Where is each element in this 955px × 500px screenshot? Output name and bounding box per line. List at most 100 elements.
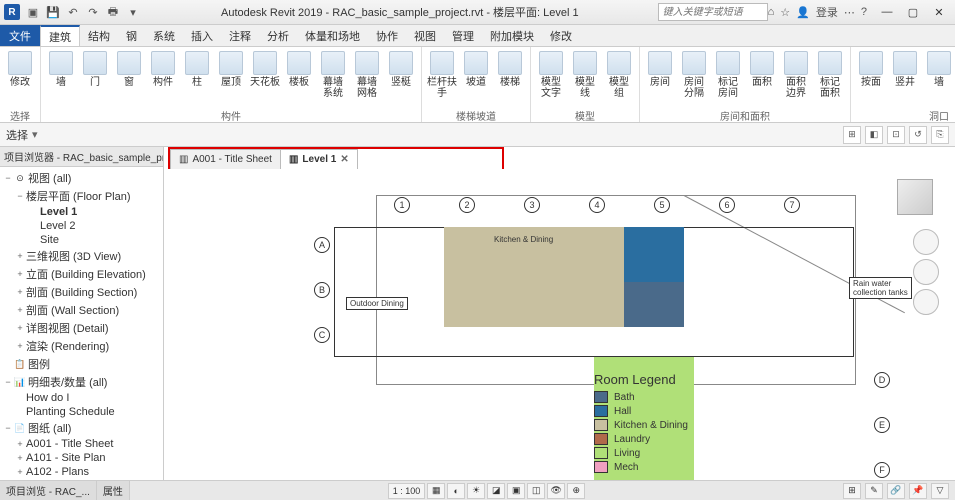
ribbon-tab-9[interactable]: 视图	[406, 25, 444, 46]
scale-display[interactable]: 1 : 100	[388, 483, 426, 499]
tree-item-13[interactable]: How do I	[0, 391, 163, 405]
tree-toggle-icon[interactable]: −	[2, 173, 14, 183]
statusbar-tab-browser[interactable]: 项目浏览 - RAC_...	[0, 481, 97, 500]
infocenter-icon[interactable]: ⌂	[768, 6, 775, 18]
ribbon-btn-0-0[interactable]: 修改	[4, 49, 36, 108]
ribbon-btn-1-1[interactable]: 门	[79, 49, 111, 108]
tree-toggle-icon[interactable]: +	[14, 323, 26, 333]
tree-item-7[interactable]: +剖面 (Building Section)	[0, 283, 163, 301]
undo-icon[interactable]: ↶	[64, 3, 82, 21]
project-browser-tree[interactable]: −⊙视图 (all)−楼层平面 (Floor Plan)Level 1Level…	[0, 167, 163, 480]
ribbon-btn-2-2[interactable]: 楼梯	[494, 49, 526, 108]
tree-toggle-icon[interactable]: +	[14, 287, 26, 297]
tree-item-11[interactable]: 📋图例	[0, 355, 163, 373]
opt-btn-1[interactable]: ⊞	[843, 126, 861, 144]
ribbon-btn-4-2[interactable]: 标记 房间	[712, 49, 744, 108]
select-pinned-icon[interactable]: 📌	[909, 483, 927, 499]
print-icon[interactable]: 🖶	[104, 3, 122, 21]
ribbon-btn-5-0[interactable]: 按面	[855, 49, 887, 108]
ribbon-btn-4-1[interactable]: 房间 分隔	[678, 49, 710, 108]
maximize-button[interactable]: ▢	[901, 3, 925, 21]
tree-item-15[interactable]: −📄图纸 (all)	[0, 419, 163, 437]
ribbon-tab-0[interactable]: 建筑	[40, 25, 80, 46]
ribbon-btn-5-1[interactable]: 竖井	[889, 49, 921, 108]
ribbon-btn-3-0[interactable]: 模型 文字	[535, 49, 567, 108]
tree-toggle-icon[interactable]: +	[14, 269, 26, 279]
exchange-icon[interactable]: ⋯	[844, 6, 855, 19]
ribbon-btn-3-1[interactable]: 模型 线	[569, 49, 601, 108]
tree-toggle-icon[interactable]: +	[14, 439, 26, 449]
ribbon-tab-6[interactable]: 分析	[259, 25, 297, 46]
ribbon-tab-5[interactable]: 注释	[221, 25, 259, 46]
doc-tab-close-icon[interactable]: ✕	[340, 154, 348, 165]
ribbon-tab-11[interactable]: 附加模块	[482, 25, 542, 46]
ribbon-btn-1-4[interactable]: 柱	[181, 49, 213, 108]
signin-label[interactable]: 登录	[816, 4, 838, 20]
ribbon-btn-1-2[interactable]: 窗	[113, 49, 145, 108]
minimize-button[interactable]: —	[875, 3, 899, 21]
select-links-icon[interactable]: 🔗	[887, 483, 905, 499]
ribbon-btn-2-0[interactable]: 栏杆扶手	[426, 49, 458, 108]
tree-item-2[interactable]: Level 1	[0, 205, 163, 219]
ribbon-btn-1-9[interactable]: 幕墙 网格	[351, 49, 383, 108]
tree-toggle-icon[interactable]: +	[14, 453, 26, 463]
tree-item-19[interactable]: +A103 - Elevations/Sections	[0, 479, 163, 480]
ribbon-btn-1-7[interactable]: 楼板	[283, 49, 315, 108]
ribbon-btn-4-0[interactable]: 房间	[644, 49, 676, 108]
ribbon-tab-2[interactable]: 钢	[118, 25, 145, 46]
tree-toggle-icon[interactable]: −	[2, 377, 14, 387]
tree-item-12[interactable]: −📊明细表/数量 (all)	[0, 373, 163, 391]
reveal-hidden-icon[interactable]: ⊕	[567, 483, 585, 499]
opt-btn-2[interactable]: ◧	[865, 126, 883, 144]
tree-item-8[interactable]: +剖面 (Wall Section)	[0, 301, 163, 319]
tree-item-3[interactable]: Level 2	[0, 219, 163, 233]
shadows-icon[interactable]: ◪	[487, 483, 505, 499]
visual-style-icon[interactable]: ◐	[447, 483, 465, 499]
ribbon-btn-1-8[interactable]: 幕墙 系统	[317, 49, 349, 108]
filter-icon[interactable]: ▽	[931, 483, 949, 499]
ribbon-tab-8[interactable]: 协作	[368, 25, 406, 46]
workset-icon[interactable]: ⊞	[843, 483, 861, 499]
pan-icon[interactable]	[913, 259, 939, 285]
redo-icon[interactable]: ↷	[84, 3, 102, 21]
tree-item-16[interactable]: +A001 - Title Sheet	[0, 437, 163, 451]
tree-item-17[interactable]: +A101 - Site Plan	[0, 451, 163, 465]
ribbon-btn-3-2[interactable]: 模型 组	[603, 49, 635, 108]
qat-more-icon[interactable]: ▾	[124, 3, 142, 21]
help-icon[interactable]: ?	[861, 6, 867, 18]
ribbon-tab-1[interactable]: 结构	[80, 25, 118, 46]
save-icon[interactable]: 💾	[44, 3, 62, 21]
detail-level-icon[interactable]: ▦	[427, 483, 445, 499]
tree-item-4[interactable]: Site	[0, 233, 163, 247]
opt-btn-5[interactable]: ⎘	[931, 126, 949, 144]
tree-toggle-icon[interactable]: −	[2, 423, 14, 433]
tree-item-18[interactable]: +A102 - Plans	[0, 465, 163, 479]
ribbon-tab-4[interactable]: 插入	[183, 25, 221, 46]
tree-item-1[interactable]: −楼层平面 (Floor Plan)	[0, 187, 163, 205]
hide-isolate-icon[interactable]: 👁	[547, 483, 565, 499]
opt-btn-4[interactable]: ↺	[909, 126, 927, 144]
ribbon-btn-5-2[interactable]: 墙	[923, 49, 955, 108]
tree-toggle-icon[interactable]: +	[14, 341, 26, 351]
doc-tab-1[interactable]: ▥Level 1✕	[280, 149, 358, 169]
ribbon-btn-4-4[interactable]: 面积 边界	[780, 49, 812, 108]
tree-item-6[interactable]: +立面 (Building Elevation)	[0, 265, 163, 283]
zoom-icon[interactable]	[913, 289, 939, 315]
tree-toggle-icon[interactable]: +	[14, 305, 26, 315]
ribbon-btn-1-10[interactable]: 竖梃	[385, 49, 417, 108]
crop-view-icon[interactable]: ▣	[507, 483, 525, 499]
ribbon-btn-4-3[interactable]: 面积	[746, 49, 778, 108]
tree-toggle-icon[interactable]: +	[14, 467, 26, 477]
ribbon-tab-10[interactable]: 管理	[444, 25, 482, 46]
favorite-icon[interactable]: ☆	[780, 6, 790, 19]
ribbon-btn-1-0[interactable]: 墙	[45, 49, 77, 108]
tree-toggle-icon[interactable]: +	[14, 251, 26, 261]
tree-toggle-icon[interactable]: −	[14, 191, 26, 201]
close-button[interactable]: ✕	[927, 3, 951, 21]
ribbon-btn-1-6[interactable]: 天花板	[249, 49, 281, 108]
help-search-input[interactable]	[658, 3, 768, 21]
steering-wheel-icon[interactable]	[913, 229, 939, 255]
drawing-canvas[interactable]: Outdoor Dining Kitchen & Dining Rain wat…	[164, 169, 955, 480]
ribbon-tab-7[interactable]: 体量和场地	[297, 25, 368, 46]
tree-item-9[interactable]: +详图视图 (Detail)	[0, 319, 163, 337]
